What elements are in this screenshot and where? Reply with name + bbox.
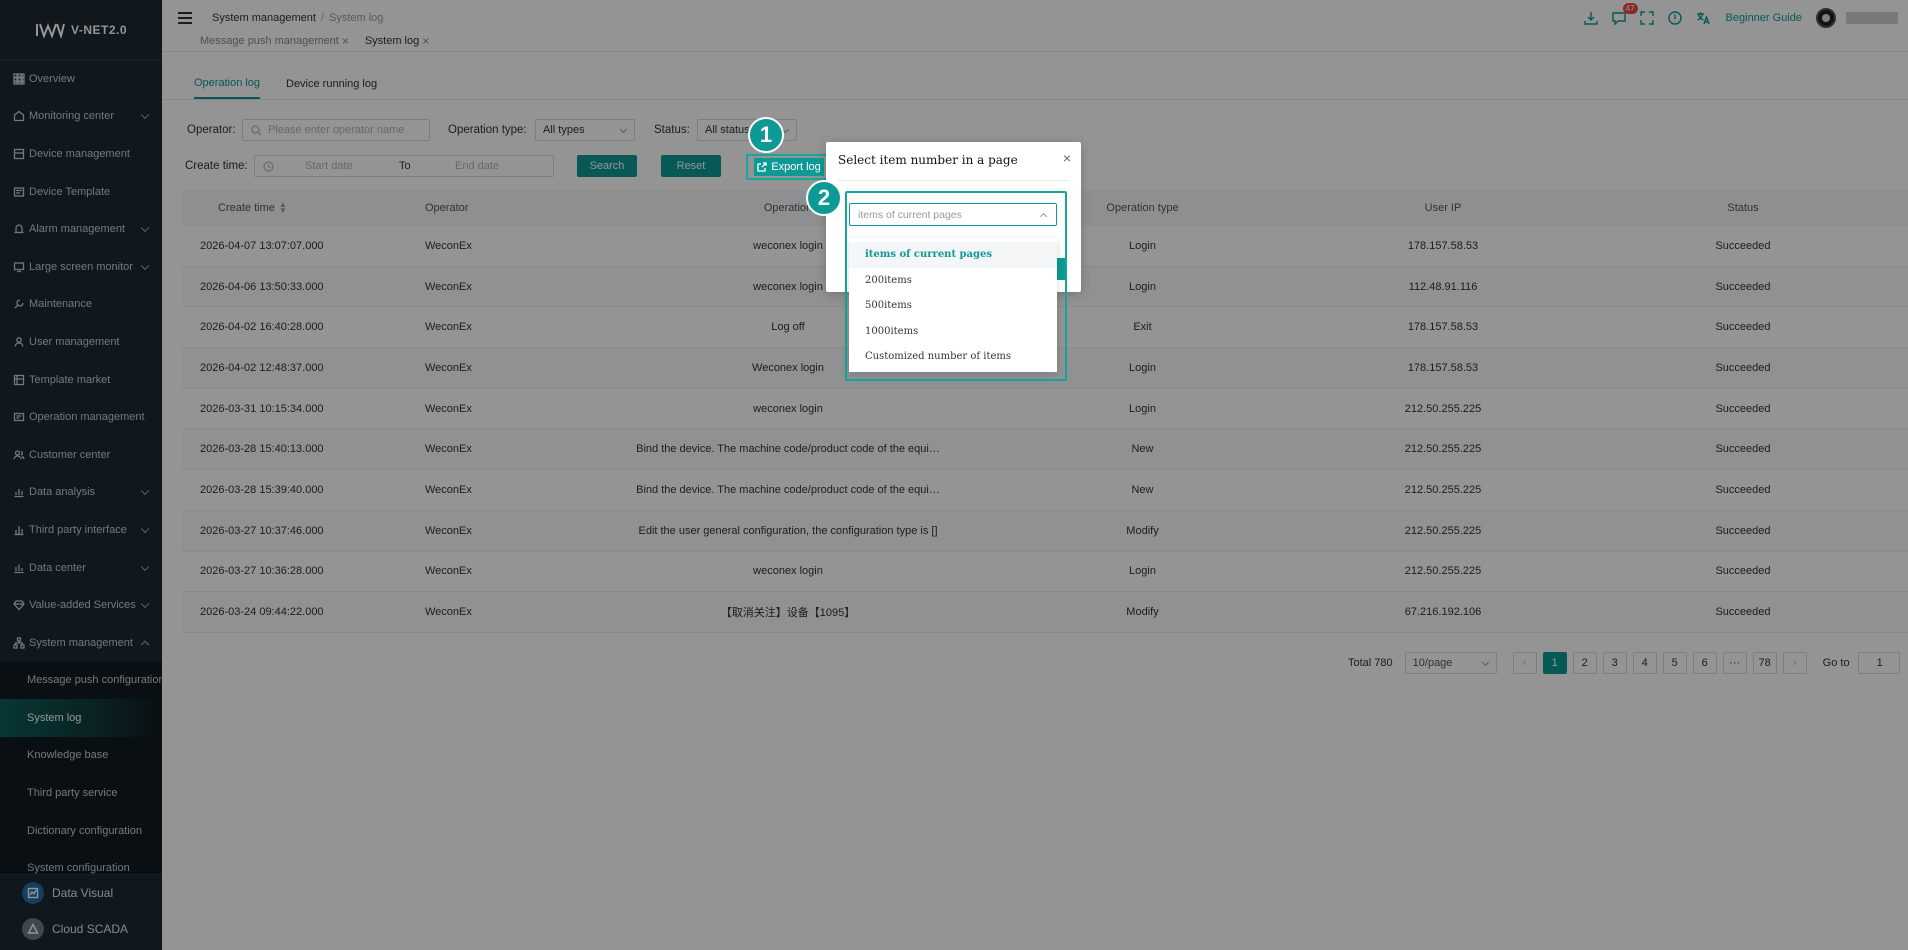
export-log-button[interactable]: Export log [754, 158, 824, 176]
export-log-label: Export log [771, 161, 821, 173]
item-number-dropdown: items of current pages 200items 500items 10… [849, 238, 1057, 372]
export-icon [757, 162, 767, 172]
dropdown-option[interactable]: 500items [849, 293, 1057, 319]
app-root: V-NET2.0 Overview Monitoring center Device… [0, 0, 1908, 950]
step-marker-1: 1 [748, 117, 784, 153]
step-marker-2: 2 [806, 180, 842, 216]
dropdown-option[interactable]: 200items [849, 268, 1057, 294]
chevron-up-icon [1039, 212, 1048, 221]
dropdown-option[interactable]: 1000items [849, 319, 1057, 345]
dropdown-option[interactable]: Customized number of items [849, 344, 1057, 370]
item-number-select[interactable]: items of current pages [849, 203, 1057, 226]
close-icon[interactable]: × [1063, 150, 1071, 166]
dialog-title: Select item number in a page [838, 153, 1018, 167]
dialog-divider [838, 180, 1069, 181]
dropdown-option[interactable]: items of current pages [849, 242, 1057, 268]
export-log-highlight: Export log [746, 154, 830, 180]
item-number-placeholder: items of current pages [858, 208, 962, 221]
